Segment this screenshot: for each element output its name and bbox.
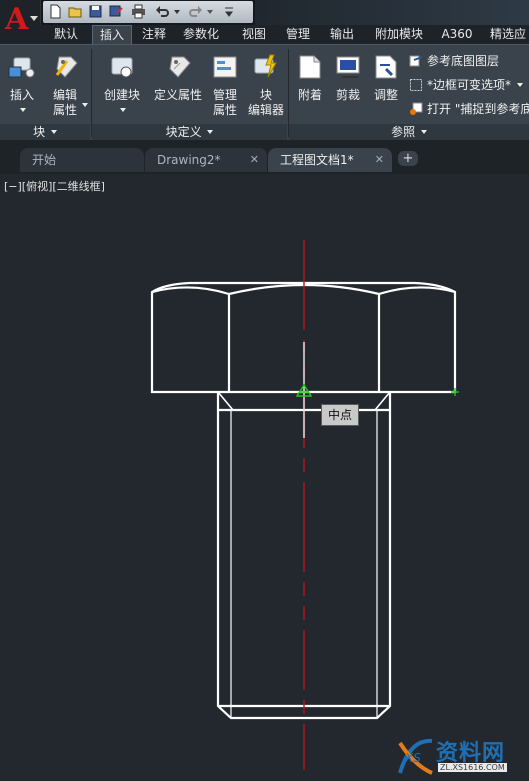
ribbon-tab-bar: 默认 插入 注释 参数化 视图 管理 输出 附加模块 A360 精选应 — [40, 25, 529, 45]
insert-label: 插入 — [9, 88, 34, 102]
document-tab-bar: 开始 Drawing2* ✕ 工程图文档1* ✕ — [0, 140, 529, 174]
frame-label: *边框可变选项* — [427, 78, 512, 92]
define-attribute-label: 定义属性 — [153, 88, 202, 102]
tab-insert[interactable]: 插入 — [92, 25, 132, 45]
new-file-icon[interactable] — [48, 4, 63, 19]
chevron-down-icon — [120, 108, 126, 112]
save-as-icon[interactable] — [108, 4, 123, 19]
tab-a360[interactable]: A360 — [437, 25, 477, 44]
svg-text:XS: XS — [404, 751, 421, 765]
watermark: XS 资料网 ZL.XS1616.COM — [396, 735, 526, 779]
snap-to-underlay-icon — [410, 102, 423, 115]
clip-icon — [336, 56, 360, 78]
chevron-down-icon — [207, 130, 214, 134]
redo-dropdown-icon[interactable] — [206, 4, 214, 19]
tab-default[interactable]: 默认 — [49, 25, 83, 44]
block-editor-label-2: 编辑器 — [247, 103, 284, 117]
quick-access-toolbar — [43, 1, 253, 23]
tab-addins[interactable]: 附加模块 — [369, 25, 429, 44]
reference-panel-title[interactable]: 参照 — [289, 124, 529, 140]
customize-toolbar-icon[interactable] — [223, 4, 235, 19]
manage-attributes-label-2: 属性 — [212, 103, 237, 117]
tab-manage[interactable]: 管理 — [281, 25, 315, 44]
bolt-chamfer-right-diag — [374, 391, 391, 411]
chevron-down-icon — [517, 83, 524, 87]
tab-output[interactable]: 输出 — [325, 25, 359, 44]
chevron-down-icon — [50, 130, 57, 134]
watermark-url: ZL.XS1616.COM — [438, 763, 507, 772]
bolt-head-arc-right — [378, 286, 456, 296]
plus-icon: + — [402, 151, 414, 166]
clip-button[interactable]: 剪裁 — [332, 53, 364, 103]
bolt-head-arc-left — [151, 286, 230, 296]
drawing-canvas[interactable] — [0, 174, 529, 781]
manage-attributes-label-1: 管理 — [212, 88, 237, 102]
clip-label: 剪裁 — [335, 88, 360, 102]
define-attribute-button[interactable]: 定义属性 — [152, 53, 204, 103]
attach-icon — [299, 55, 321, 79]
endpoint-grip-icon — [451, 388, 459, 396]
snap-to-underlay-button[interactable]: 打开 "捕捉到参考底 — [409, 101, 529, 117]
undo-dropdown-icon[interactable] — [173, 4, 181, 19]
attach-button[interactable]: 附着 — [294, 53, 326, 103]
block-editor-label-1: 块 — [259, 88, 272, 102]
underlay-layers-button[interactable]: 参考底图图层 — [409, 53, 499, 69]
save-icon[interactable] — [88, 4, 103, 19]
tab-annotate[interactable]: 注释 — [137, 25, 171, 44]
doc-tab-engineering-drawing[interactable]: 工程图文档1* ✕ — [268, 148, 392, 172]
undo-icon[interactable] — [155, 4, 170, 19]
snap-to-underlay-label: 打开 "捕捉到参考底 — [427, 102, 529, 116]
create-block-label: 创建块 — [103, 88, 140, 102]
close-icon[interactable]: ✕ — [250, 148, 259, 172]
tab-view[interactable]: 视图 — [237, 25, 271, 44]
underlay-layers-icon — [409, 55, 423, 67]
print-icon[interactable] — [131, 4, 146, 19]
edit-attribute-label-1: 编辑 — [52, 88, 77, 102]
create-block-button[interactable]: 创建块 — [100, 53, 144, 118]
block-panel-title[interactable]: 块 — [0, 124, 90, 140]
insert-block-icon — [8, 57, 35, 78]
edit-attribute-icon — [55, 56, 78, 78]
chevron-down-icon — [20, 108, 26, 112]
attach-label: 附着 — [297, 88, 322, 102]
title-area — [255, 0, 529, 25]
block-definition-panel-title[interactable]: 块定义 — [92, 124, 287, 140]
define-attribute-icon — [169, 56, 191, 78]
create-block-icon — [111, 57, 133, 78]
application-menu-button[interactable]: A — [0, 0, 41, 44]
edit-attribute-label-2: 属性 — [52, 103, 77, 117]
chevron-down-icon[interactable] — [82, 103, 88, 107]
chevron-down-icon — [30, 16, 38, 21]
new-tab-button[interactable]: + — [398, 151, 418, 166]
ribbon-panel-area: 插入 编辑 属性 块 创建块 定义属性 管理 属性 块 编辑器 块定义 附着 剪… — [0, 44, 529, 141]
redo-icon[interactable] — [188, 4, 203, 19]
tab-featured[interactable]: 精选应 — [486, 25, 529, 44]
snap-tooltip: 中点 — [321, 404, 359, 426]
doc-tab-start[interactable]: 开始 — [20, 148, 144, 172]
edit-attribute-button[interactable]: 编辑 属性 — [46, 53, 84, 118]
adjust-button[interactable]: 调整 — [370, 53, 402, 103]
insert-block-button[interactable]: 插入 — [4, 53, 40, 118]
adjust-icon — [375, 55, 397, 79]
frame-variable-dropdown[interactable]: *边框可变选项* — [409, 77, 524, 93]
manage-attributes-icon — [213, 56, 237, 78]
tab-parametric[interactable]: 参数化 — [178, 25, 224, 44]
chevron-down-icon — [420, 130, 427, 134]
doc-tab-drawing2[interactable]: Drawing2* ✕ — [145, 148, 267, 172]
adjust-label: 调整 — [373, 88, 398, 102]
frame-icon — [410, 79, 422, 91]
underlay-layers-label: 参考底图图层 — [427, 54, 500, 68]
autocad-logo-icon: A — [5, 2, 29, 37]
block-editor-icon — [254, 54, 277, 78]
close-icon[interactable]: ✕ — [375, 148, 384, 172]
block-editor-button[interactable]: 块 编辑器 — [244, 53, 288, 118]
open-folder-icon[interactable] — [68, 4, 83, 19]
manage-attributes-button[interactable]: 管理 属性 — [208, 53, 242, 118]
watermark-logo-icon: XS — [398, 738, 433, 775]
bolt-chamfer-left-diag — [217, 391, 234, 411]
